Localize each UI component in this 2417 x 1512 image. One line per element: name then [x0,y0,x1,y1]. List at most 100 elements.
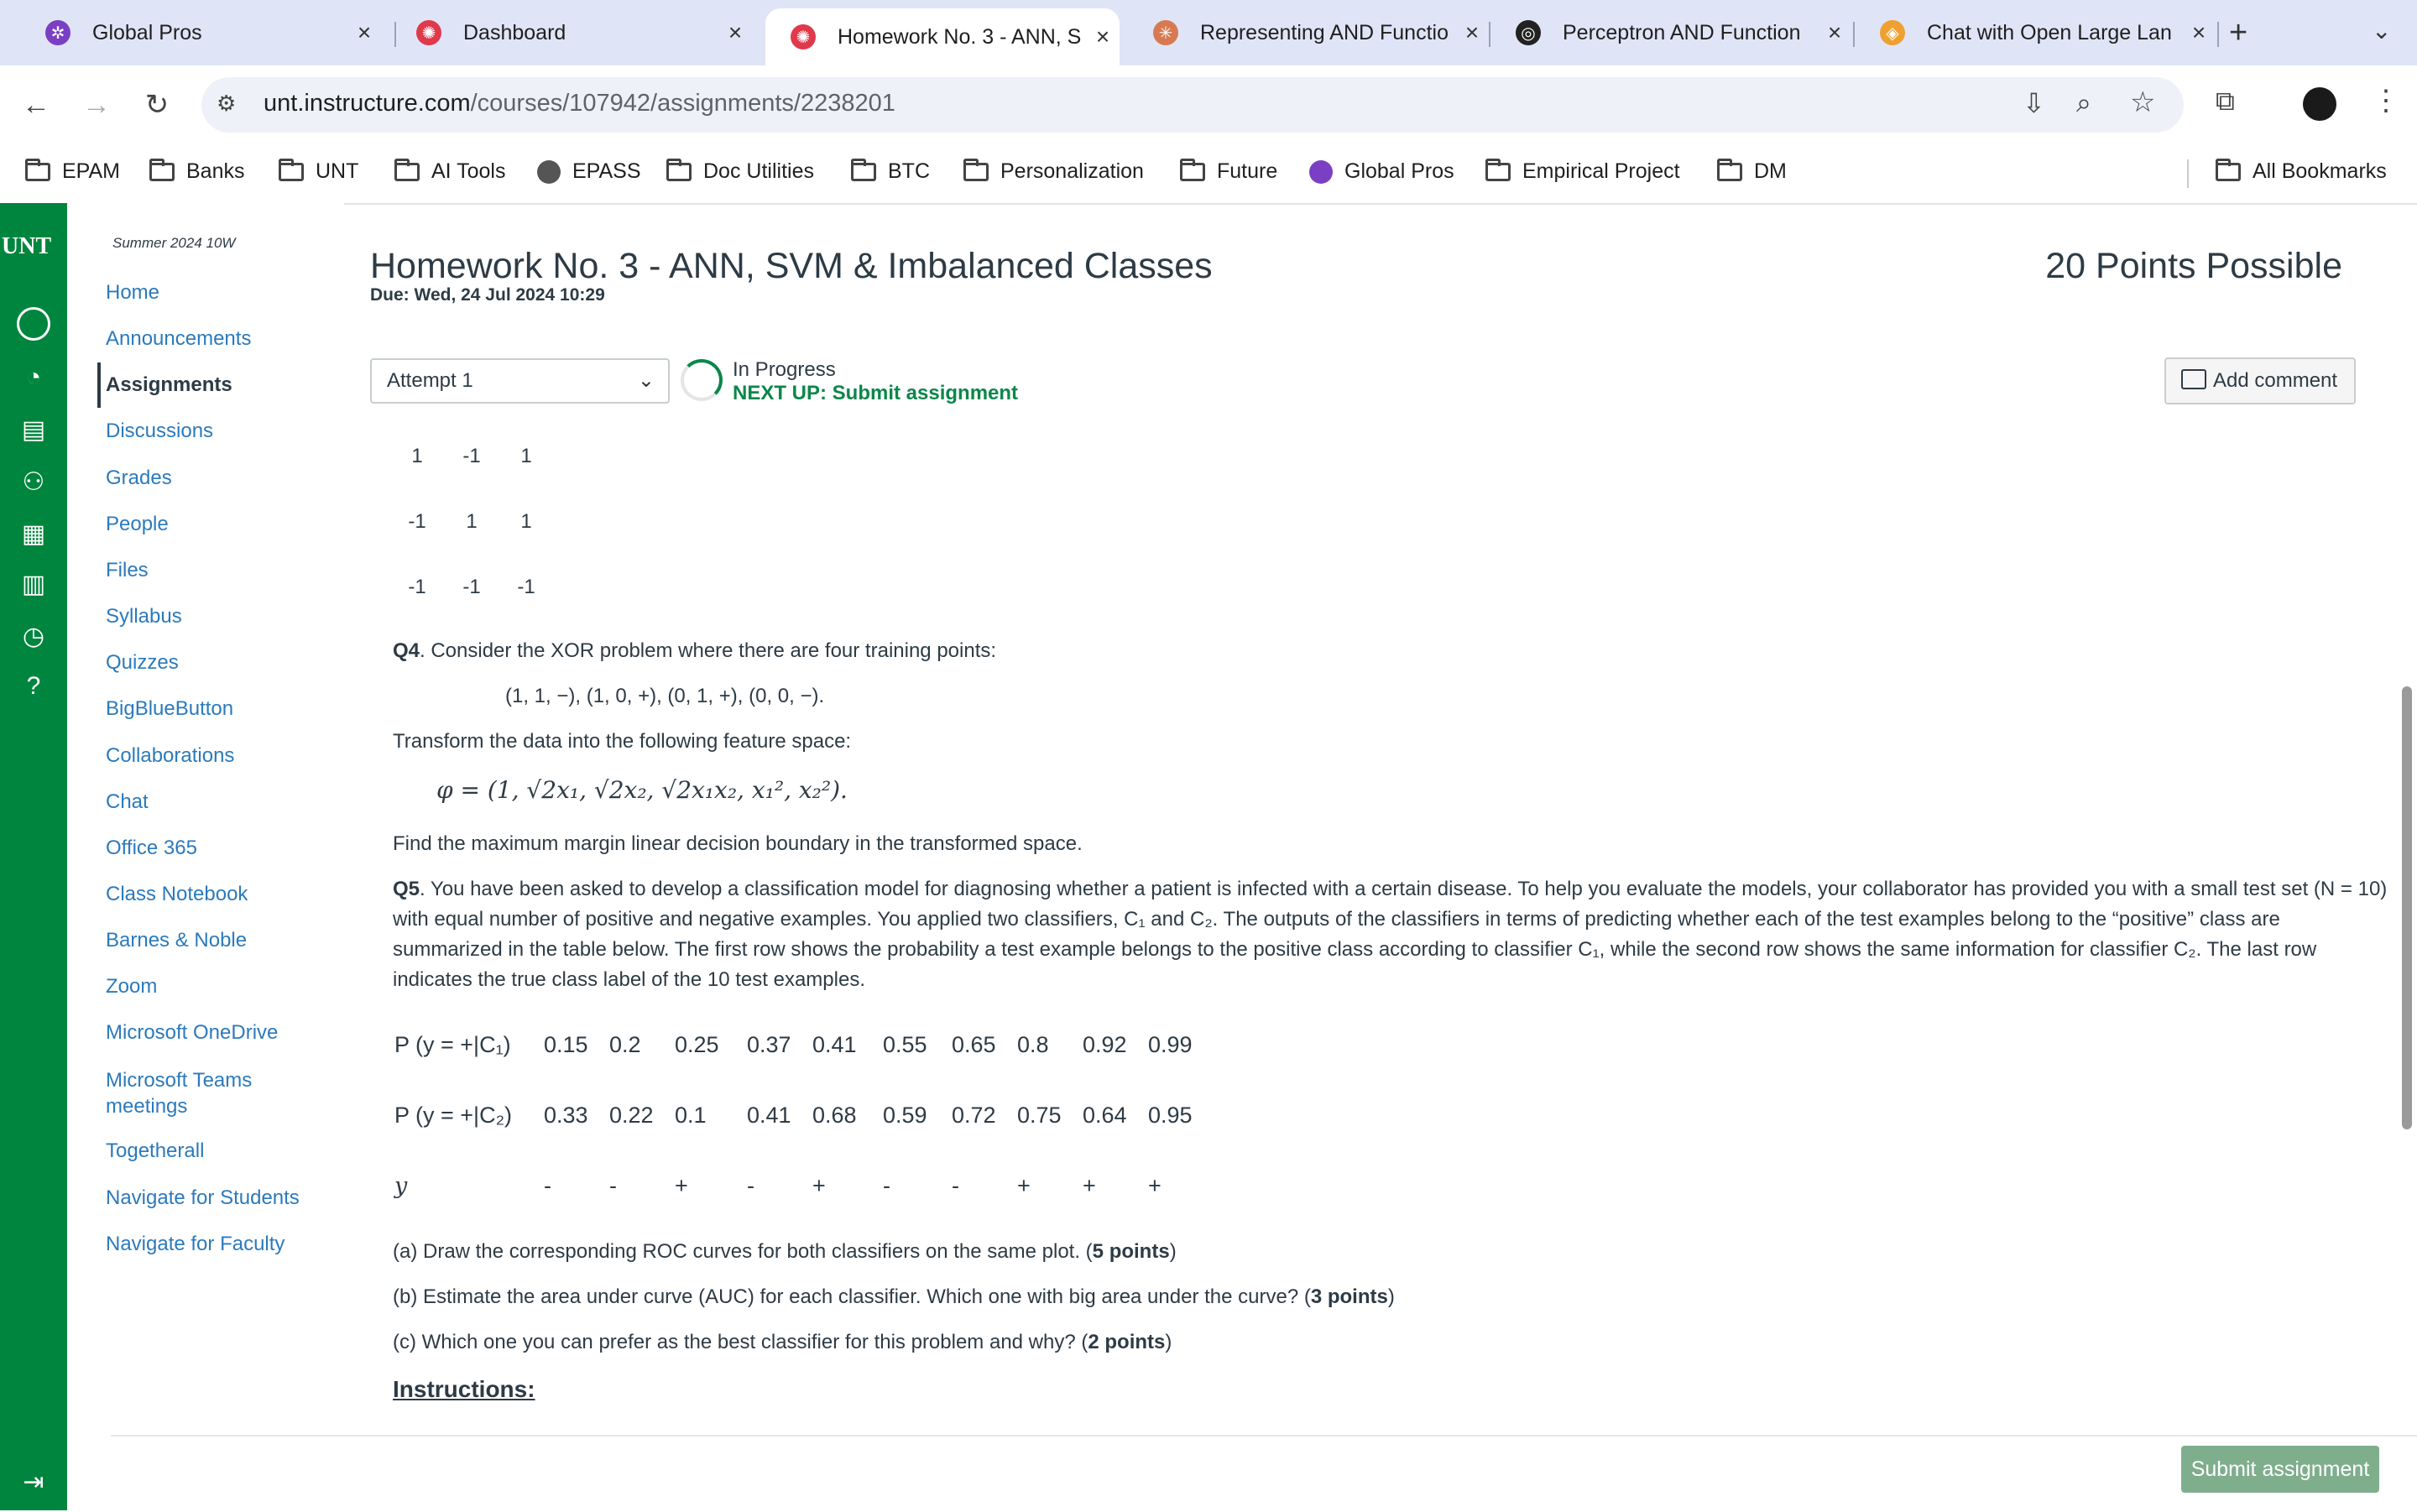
nav-togetherall[interactable]: Togetherall [106,1139,204,1163]
status-text: In Progress [733,358,836,381]
account-icon[interactable] [15,305,52,342]
matrix-cell: -1 [462,445,481,467]
add-comment-label: Add comment [2213,369,2338,392]
calendar-icon[interactable]: ▦ [15,515,52,552]
all-bookmarks[interactable]: All Bookmarks [2216,158,2387,184]
nav-onedrive[interactable]: Microsoft OneDrive [106,1021,278,1045]
c2-cell: 0.64 [1083,1103,1127,1128]
submit-footer [111,1435,2417,1512]
nav-syllabus[interactable]: Syllabus [106,605,182,628]
submit-assignment-button[interactable]: Submit assignment [2181,1446,2379,1493]
nav-quizzes[interactable]: Quizzes [106,651,179,675]
bookmark-dm[interactable]: DM [1717,158,1787,184]
help-icon[interactable]: ? [15,668,52,705]
browser-menu-icon[interactable]: ⋮ [2372,84,2400,117]
c1-cell: 0.99 [1148,1032,1193,1057]
tab-title: Representing AND Functio [1200,20,1449,44]
unt-logo[interactable]: UNT [2,233,51,260]
global-pros-icon [1309,159,1333,184]
nav-collaborations[interactable]: Collaborations [106,744,234,768]
c1-cell: 0.37 [747,1032,791,1057]
bookmark-epass[interactable]: EPASS [537,159,641,184]
bookmark-personalization[interactable]: Personalization [963,158,1144,184]
c2-cell: 0.33 [544,1103,588,1128]
tab-perceptron[interactable]: ◎ Perceptron AND Function × [1490,12,1851,54]
new-tab-icon[interactable]: + [2229,15,2247,51]
bookmark-global-pros[interactable]: Global Pros [1309,159,1454,184]
tab-search-chevron-icon[interactable]: ⌄ [2372,17,2391,44]
dashboard-icon[interactable]: ◔ [15,359,52,396]
collapse-nav-icon[interactable]: ⇥ [15,1463,52,1500]
bookmark-empirical-project[interactable]: Empirical Project [1485,158,1680,184]
nav-teams-meetings[interactable]: Microsoft Teams meetings [106,1067,290,1119]
nav-navigate-faculty[interactable]: Navigate for Faculty [106,1233,285,1256]
scrollbar[interactable] [2402,686,2412,1129]
c1-cell: 0.41 [812,1032,857,1057]
nav-home[interactable]: Home [106,281,159,305]
groups-icon[interactable]: ⚇ [15,463,52,500]
tab-dashboard[interactable]: ✺ Dashboard × [391,12,752,54]
bookmark-unt[interactable]: UNT [279,158,358,184]
tab-representing-and[interactable]: ✳ Representing AND Functio × [1128,12,1489,54]
nav-announcements[interactable]: Announcements [106,327,251,351]
add-comment-button[interactable]: Add comment [2164,357,2356,404]
close-tab-icon[interactable]: × [718,19,752,46]
bookmark-doc-utilities[interactable]: Doc Utilities [666,158,814,184]
bookmark-future[interactable]: Future [1180,158,1277,184]
nav-chat[interactable]: Chat [106,790,149,814]
tab-homework[interactable]: ✺ Homework No. 3 - ANN, S × [765,8,1120,65]
nav-bigbluebutton[interactable]: BigBlueButton [106,697,233,721]
instructions-heading: Instructions: [393,1376,535,1402]
tab-title: Dashboard [463,20,566,44]
nav-grades[interactable]: Grades [106,467,172,490]
bookmark-label: Doc Utilities [703,159,814,183]
q5-part-b-text: (b) Estimate the area under curve (AUC) … [393,1285,1311,1308]
bookmark-ai-tools[interactable]: AI Tools [394,158,505,184]
bookmark-banks[interactable]: Banks [149,158,244,184]
attempt-select[interactable]: Attempt 1 ⌄ [370,358,670,404]
bookmark-label: Global Pros [1344,159,1454,183]
nav-office-365[interactable]: Office 365 [106,837,197,860]
bookmark-label: All Bookmarks [2253,159,2387,183]
inbox-icon[interactable]: ▥ [15,566,52,602]
history-icon[interactable]: ◷ [15,618,52,654]
nav-discussions[interactable]: Discussions [106,420,213,443]
y-cell: - [883,1173,890,1198]
nav-assignments[interactable]: Assignments [106,373,232,397]
next-up-link[interactable]: NEXT UP: Submit assignment [733,382,1018,405]
close-tab-icon[interactable]: × [347,19,381,46]
chatgpt-icon: ◎ [1516,20,1541,45]
tab-global-pros[interactable]: ✲ Global Pros × [20,12,381,54]
c2-cell: 0.59 [883,1103,927,1128]
close-tab-icon[interactable]: × [1086,23,1120,50]
close-tab-icon[interactable]: × [1818,19,1851,46]
reload-icon[interactable]: ↻ [136,84,178,126]
zoom-icon[interactable]: ⌕ [2076,87,2091,119]
y-cell: - [544,1173,551,1198]
courses-icon[interactable]: ▤ [15,411,52,448]
nav-zoom[interactable]: Zoom [106,975,157,998]
nav-people[interactable]: People [106,513,169,536]
install-app-icon[interactable]: ⇩ [2023,87,2045,119]
site-info-icon[interactable]: ⚙ [217,91,242,116]
globe-icon [537,159,561,184]
extensions-icon[interactable]: ⧉ [2216,86,2235,117]
close-tab-icon[interactable]: × [1455,19,1489,46]
tab-chat-llm[interactable]: ◈ Chat with Open Large Lan × [1855,12,2216,54]
nav-barnes-noble[interactable]: Barnes & Noble [106,929,247,952]
q4-prompt: Q4. Consider the XOR problem where there… [393,636,996,666]
c1-cell: 0.65 [952,1032,996,1057]
url-text[interactable]: unt.instructure.com/courses/107942/assig… [264,90,895,117]
bookmark-star-icon[interactable]: ☆ [2130,86,2155,119]
bookmark-btc[interactable]: BTC [851,158,930,184]
nav-files[interactable]: Files [106,559,149,582]
bookmark-epam[interactable]: EPAM [25,158,120,184]
nav-class-notebook[interactable]: Class Notebook [106,883,248,906]
nav-navigate-students[interactable]: Navigate for Students [106,1186,300,1210]
profile-avatar[interactable] [2303,87,2336,121]
back-icon[interactable]: ← [15,84,57,126]
forward-icon[interactable]: → [76,84,117,126]
close-tab-icon[interactable]: × [2182,19,2216,46]
y-cell: + [675,1173,688,1198]
matrix-cell: -1 [517,576,535,598]
